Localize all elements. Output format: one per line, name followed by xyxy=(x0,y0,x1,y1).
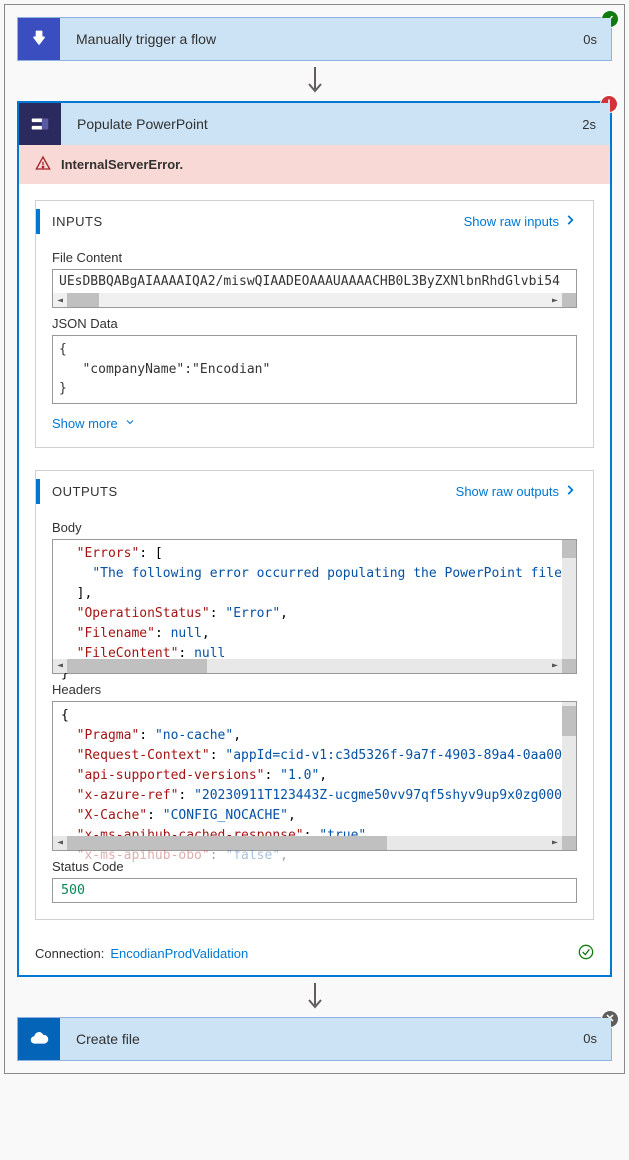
connection-label: Connection: xyxy=(35,946,104,961)
step-header[interactable]: Create file 0s xyxy=(18,1018,611,1060)
step-title: Create file xyxy=(60,1031,583,1047)
show-raw-outputs-link[interactable]: Show raw outputs xyxy=(456,483,577,500)
inputs-panel: INPUTS Show raw inputs File Content UEsD… xyxy=(35,200,594,448)
show-raw-inputs-link[interactable]: Show raw inputs xyxy=(464,213,577,230)
encodian-icon xyxy=(19,103,61,145)
json-data-value[interactable]: { "companyName":"Encodian" } xyxy=(52,335,577,404)
step-title: Populate PowerPoint xyxy=(61,116,582,132)
error-banner: InternalServerError. xyxy=(19,145,610,184)
step-duration: 2s xyxy=(582,117,610,132)
connector-arrow xyxy=(17,61,612,101)
step-trigger[interactable]: ✓ Manually trigger a flow 0s xyxy=(17,17,612,61)
chevron-down-icon xyxy=(124,416,136,431)
body-label: Body xyxy=(52,520,577,535)
status-code-value[interactable] xyxy=(52,878,577,903)
connection-link[interactable]: EncodianProdValidation xyxy=(110,946,248,961)
headers-json[interactable]: { "Pragma": "no-cache", "Request-Context… xyxy=(52,701,577,851)
step-body: INPUTS Show raw inputs File Content UEsD… xyxy=(19,184,610,936)
step-populate-powerpoint[interactable]: ! Populate PowerPoint 2s InternalServerE… xyxy=(17,101,612,977)
chevron-right-icon xyxy=(563,213,577,230)
step-create-file[interactable]: ✕ Create file 0s xyxy=(17,1017,612,1061)
vertical-scrollbar[interactable] xyxy=(562,702,576,836)
connection-status-icon xyxy=(578,944,594,963)
vertical-scrollbar[interactable] xyxy=(562,540,576,659)
chevron-right-icon xyxy=(563,483,577,500)
connector-arrow xyxy=(17,977,612,1017)
horizontal-scrollbar[interactable]: ◄ ► xyxy=(53,836,576,850)
body-json[interactable]: "Errors": [ "The following error occurre… xyxy=(52,539,577,674)
file-content-label: File Content xyxy=(52,250,577,265)
horizontal-scrollbar[interactable]: ◄ ► xyxy=(53,659,576,673)
inputs-title: INPUTS xyxy=(52,214,103,229)
outputs-panel: OUTPUTS Show raw outputs Body "Errors": … xyxy=(35,470,594,920)
step-header[interactable]: Manually trigger a flow 0s xyxy=(18,18,611,60)
connection-row: Connection: EncodianProdValidation xyxy=(19,936,610,975)
show-more-link[interactable]: Show more xyxy=(52,416,136,431)
trigger-icon xyxy=(18,18,60,60)
onedrive-icon xyxy=(18,1018,60,1060)
flow-run-canvas: ✓ Manually trigger a flow 0s ! Populate … xyxy=(4,4,625,1074)
warning-icon xyxy=(35,155,51,174)
step-title: Manually trigger a flow xyxy=(60,31,583,47)
horizontal-scrollbar[interactable]: ◄ ► xyxy=(53,293,576,307)
error-message: InternalServerError. xyxy=(61,157,183,172)
step-duration: 0s xyxy=(583,1031,611,1046)
file-content-value[interactable]: UEsDBBQABgAIAAAAIQA2/miswQIAADEOAAAUAAAA… xyxy=(52,269,577,308)
outputs-title: OUTPUTS xyxy=(52,484,118,499)
json-data-label: JSON Data xyxy=(52,316,577,331)
step-duration: 0s xyxy=(583,32,611,47)
step-header[interactable]: Populate PowerPoint 2s xyxy=(19,103,610,145)
